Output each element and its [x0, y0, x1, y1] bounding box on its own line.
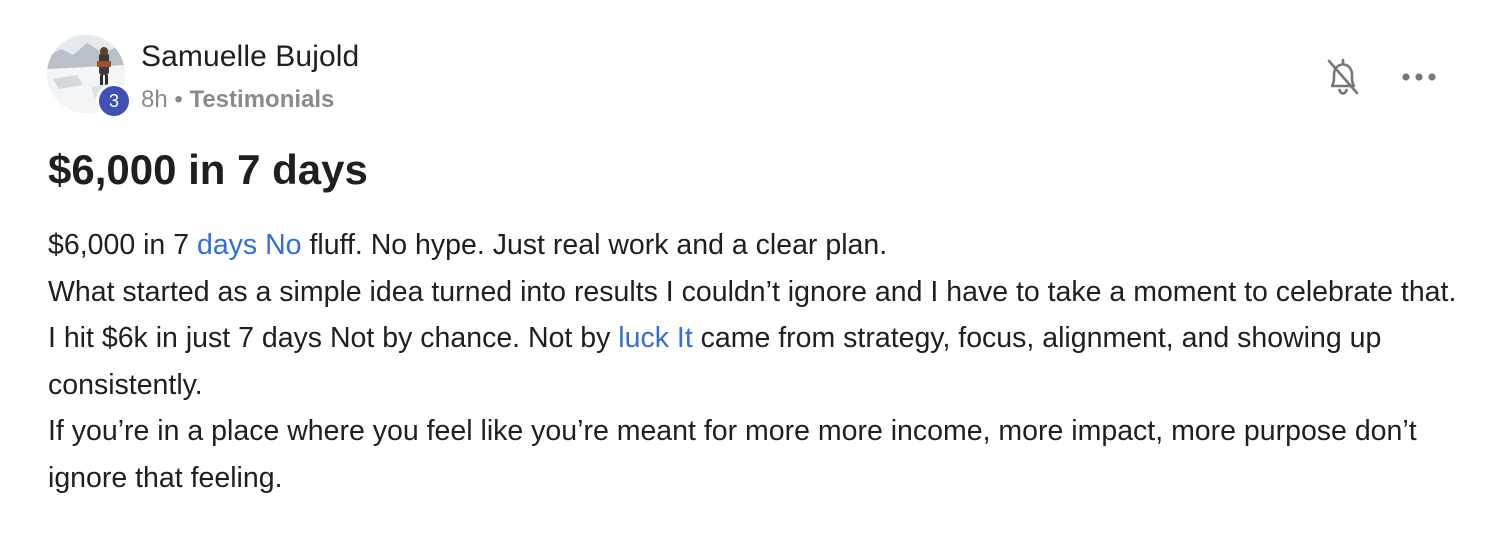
post-paragraph: $6,000 in 7 days No fluff. No hype. Just…	[48, 222, 1468, 269]
post-paragraph: What started as a simple idea turned int…	[48, 275, 1457, 308]
post-paragraph: I hit $6k in just 7 days Not by chance. …	[48, 315, 1468, 408]
post-body: $6,000 in 7 days No fluff. No hype. Just…	[48, 222, 1468, 501]
inline-link[interactable]: luck It	[618, 322, 692, 354]
more-horizontal-icon	[1402, 73, 1436, 81]
avatar-container[interactable]: 3	[47, 35, 132, 119]
meta-separator: •	[174, 86, 183, 113]
text-segment: $6,000 in 7	[48, 229, 197, 261]
notifications-toggle-button[interactable]	[1323, 56, 1363, 98]
bell-off-icon	[1327, 58, 1359, 95]
text-segment: I hit $6k in just 7 days Not by chance. …	[48, 322, 619, 354]
inline-link[interactable]: days No	[197, 229, 302, 261]
post-card: 3 Samuelle Bujold 8h • Testimonials $6,0…	[0, 0, 1500, 553]
text-segment: fluff. No hype. Just real work and a cle…	[301, 229, 888, 261]
level-badge: 3	[96, 83, 132, 119]
post-paragraph: If you’re in a place where you feel like…	[48, 415, 1417, 494]
post-title: $6,000 in 7 days	[48, 146, 368, 193]
more-options-button[interactable]	[1400, 64, 1440, 90]
post-time: 8h	[141, 86, 168, 113]
post-category[interactable]: Testimonials	[189, 86, 334, 113]
post-meta: 8h • Testimonials	[141, 86, 334, 114]
author-name[interactable]: Samuelle Bujold	[141, 40, 359, 74]
